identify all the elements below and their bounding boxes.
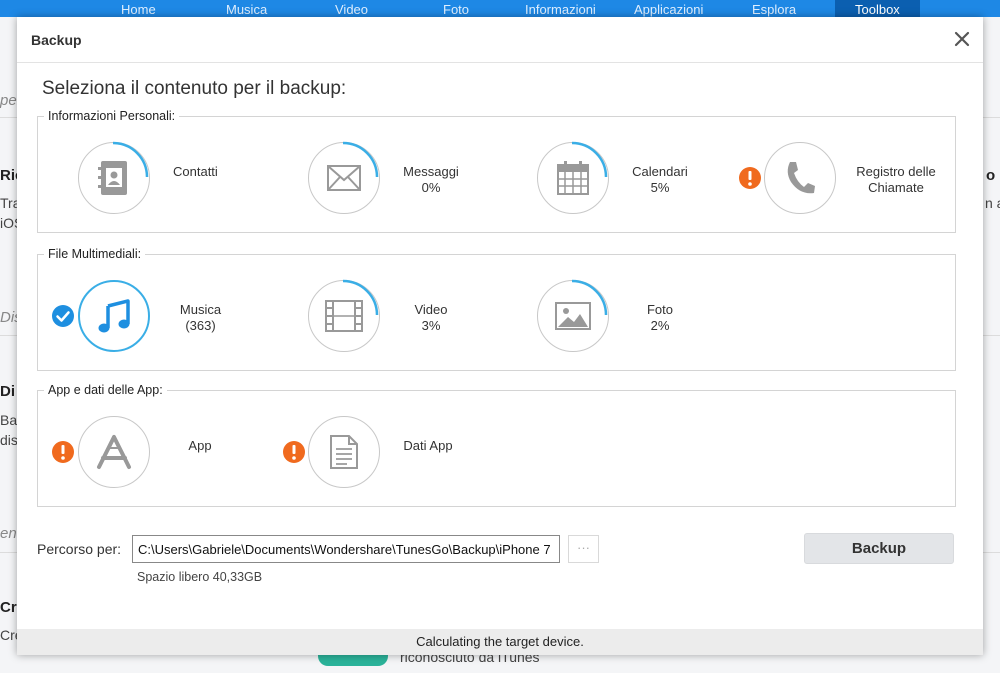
envelope-icon bbox=[327, 165, 361, 191]
document-icon bbox=[330, 435, 358, 469]
item-app[interactable]: App bbox=[51, 416, 271, 492]
item-calendari[interactable]: Calendari 5% bbox=[537, 141, 737, 218]
item-progress: 5% bbox=[650, 180, 670, 195]
free-space-text: Spazio libero 40,33GB bbox=[137, 570, 263, 584]
dialog-header: Backup bbox=[17, 17, 983, 63]
contacts-icon bbox=[98, 161, 127, 195]
top-navigation: Home Musica Video Foto Informazioni Appl… bbox=[0, 0, 1000, 17]
item-label-line2: Chiamate bbox=[868, 180, 924, 195]
nav-esplora[interactable]: Esplora bbox=[752, 3, 796, 16]
music-note-icon bbox=[98, 299, 130, 333]
browse-button[interactable]: ··· bbox=[568, 535, 599, 563]
close-icon bbox=[954, 31, 970, 47]
item-label: Musica bbox=[179, 302, 222, 317]
item-foto[interactable]: Foto 2% bbox=[537, 279, 737, 356]
path-label: Percorso per: bbox=[37, 541, 122, 557]
dialog-title: Backup bbox=[31, 32, 82, 48]
item-label: Dati App bbox=[403, 438, 453, 453]
status-bar: Calculating the target device. bbox=[17, 629, 983, 655]
app-store-icon bbox=[97, 435, 131, 469]
item-video[interactable]: Video 3% bbox=[308, 279, 508, 356]
item-label: Contatti bbox=[173, 164, 218, 179]
item-progress: 2% bbox=[650, 318, 670, 333]
item-label: Messaggi bbox=[403, 164, 459, 179]
item-progress: 3% bbox=[421, 318, 441, 333]
item-circle bbox=[78, 280, 150, 352]
group-title: App e dati delle App: bbox=[44, 383, 167, 397]
nav-video[interactable]: Video bbox=[335, 3, 368, 16]
nav-foto[interactable]: Foto bbox=[443, 3, 469, 16]
backup-dialog: Backup Seleziona il contenuto per il bac… bbox=[17, 17, 983, 655]
group-personal-info: Informazioni Personali: Contatti Messagg… bbox=[37, 109, 956, 233]
bg-fragment: dis bbox=[0, 432, 18, 448]
item-circle bbox=[308, 141, 380, 214]
calendar-icon bbox=[557, 161, 589, 195]
item-label: App bbox=[188, 438, 212, 453]
backup-button[interactable]: Backup bbox=[804, 533, 954, 564]
item-circle bbox=[308, 416, 380, 488]
close-button[interactable] bbox=[951, 28, 973, 50]
item-count: (363) bbox=[185, 318, 216, 333]
film-icon bbox=[325, 300, 363, 332]
nav-home[interactable]: Home bbox=[121, 3, 156, 16]
item-circle bbox=[78, 141, 150, 214]
item-musica[interactable]: Musica (363) bbox=[51, 280, 291, 356]
group-title: Informazioni Personali: bbox=[44, 109, 180, 123]
warning-icon bbox=[52, 441, 74, 463]
warning-icon bbox=[739, 167, 761, 189]
bg-fragment: Cr bbox=[0, 599, 17, 616]
item-label: Calendari bbox=[632, 164, 688, 179]
backup-path-input[interactable] bbox=[132, 535, 560, 563]
nav-informazioni[interactable]: Informazioni bbox=[525, 3, 596, 16]
item-label: Video bbox=[414, 302, 448, 317]
item-circle bbox=[308, 279, 380, 352]
item-circle bbox=[764, 142, 836, 214]
bg-fragment: en bbox=[0, 525, 17, 542]
group-title: File Multimediali: bbox=[44, 247, 146, 261]
item-registro-chiamate[interactable]: Registro delle Chiamate bbox=[738, 142, 953, 218]
bg-fragment: o bbox=[986, 167, 996, 184]
item-circle bbox=[78, 416, 150, 488]
warning-icon bbox=[283, 441, 305, 463]
group-media-files: File Multimediali: Musica (363) Video 3% bbox=[37, 247, 956, 371]
item-circle bbox=[537, 141, 609, 214]
nav-toolbox[interactable]: Toolbox bbox=[835, 0, 920, 17]
nav-musica[interactable]: Musica bbox=[226, 3, 267, 16]
image-icon bbox=[555, 302, 591, 330]
dialog-heading: Seleziona il contenuto per il backup: bbox=[42, 78, 347, 99]
item-label: Foto bbox=[646, 302, 673, 317]
bg-fragment: Di bbox=[0, 383, 15, 400]
phone-icon bbox=[787, 162, 815, 194]
item-messaggi[interactable]: Messaggi 0% bbox=[308, 141, 508, 218]
group-apps: App e dati delle App: App Dati App bbox=[37, 383, 956, 507]
item-progress: 0% bbox=[421, 180, 441, 195]
item-contatti[interactable]: Contatti bbox=[78, 141, 338, 218]
nav-applicazioni[interactable]: Applicazioni bbox=[634, 3, 703, 16]
bg-fragment: n a bbox=[985, 195, 1000, 211]
checkmark-icon bbox=[52, 305, 74, 327]
item-circle bbox=[537, 279, 609, 352]
item-label: Registro delle bbox=[856, 164, 936, 179]
item-dati-app[interactable]: Dati App bbox=[283, 416, 503, 492]
